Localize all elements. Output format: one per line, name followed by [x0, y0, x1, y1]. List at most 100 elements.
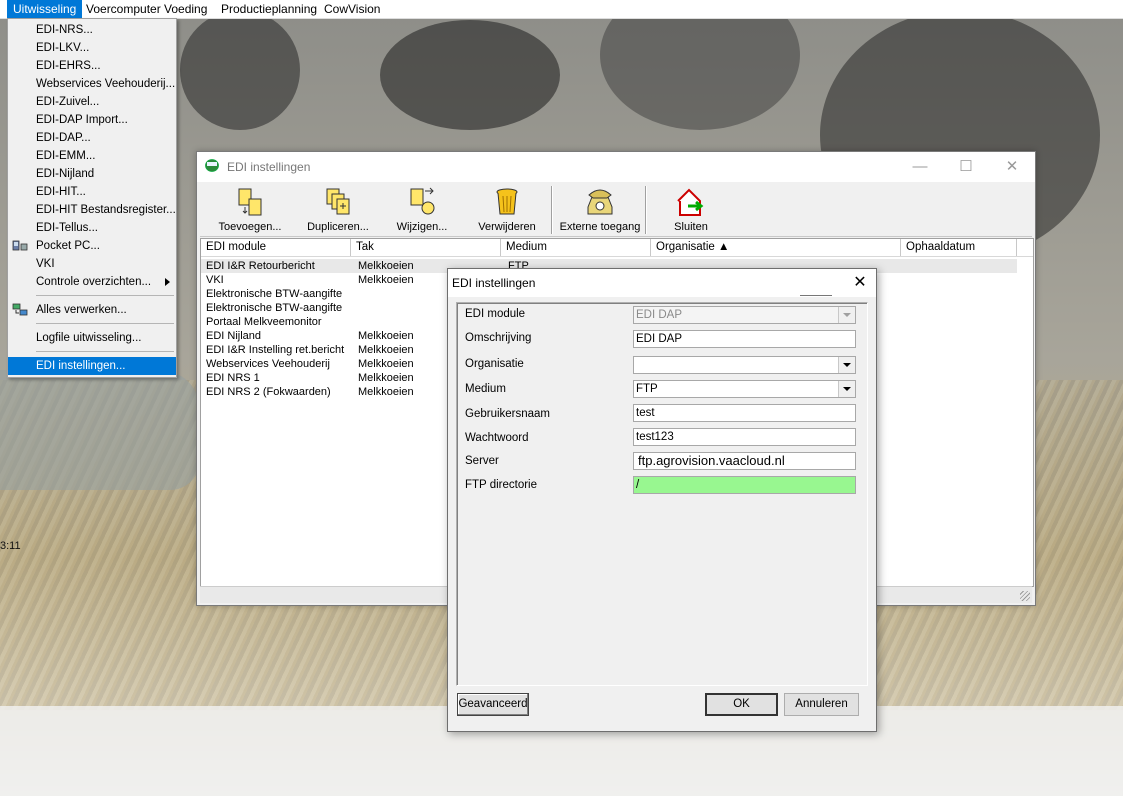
toolbar: Toevoegen... Dupliceren... Wijzigen... V… — [200, 184, 1032, 237]
minimize-button[interactable]: — — [897, 152, 943, 182]
column-header-tak[interactable]: Tak — [351, 239, 501, 256]
menu-item-label: EDI-Nijland — [36, 168, 95, 180]
duplicate-button-label: Dupliceren... — [307, 221, 369, 233]
close-window-button[interactable]: Sluiten — [650, 184, 732, 236]
resize-grip-icon[interactable] — [1020, 591, 1030, 601]
edit-icon — [405, 187, 439, 217]
menu-item-edi-instellingen[interactable]: EDI instellingen... — [8, 357, 176, 375]
delete-button[interactable]: Verwijderen — [464, 184, 550, 236]
edi-module-select: EDI DAP — [633, 306, 856, 324]
column-header-organisatie[interactable]: Organisatie ▲ — [651, 239, 901, 256]
column-header-edi-module[interactable]: EDI module — [201, 239, 351, 256]
maximize-button[interactable]: ☐ — [943, 152, 989, 182]
menu-separator — [36, 323, 174, 324]
titlebar-underline — [800, 295, 832, 296]
menu-item-edi-nrs[interactable]: EDI-NRS... — [8, 21, 176, 39]
column-header-ophaaldatum[interactable]: Ophaaldatum — [901, 239, 1017, 256]
server-input[interactable]: ftp.agrovision.vaacloud.nl — [633, 452, 856, 470]
menu-voeding[interactable]: Voeding — [158, 0, 213, 18]
menu-item-pocket-pc[interactable]: Pocket PC... — [8, 237, 176, 255]
menu-item-edi-tellus[interactable]: EDI-Tellus... — [8, 219, 176, 237]
label-omschrijving: Omschrijving — [465, 332, 532, 344]
menu-cowvision[interactable]: CowVision — [318, 0, 386, 18]
cell-module: Elektronische BTW-aangifte — [206, 302, 343, 314]
add-button[interactable]: Toevoegen... — [206, 184, 294, 236]
menu-separator — [36, 351, 174, 352]
menu-item-label: EDI-DAP Import... — [36, 114, 128, 126]
menu-item-edi-ehrs[interactable]: EDI-EHRS... — [8, 57, 176, 75]
menu-item-edi-lkv[interactable]: EDI-LKV... — [8, 39, 176, 57]
medium-value: FTP — [636, 383, 658, 395]
exit-house-icon — [674, 187, 708, 217]
menu-item-vki[interactable]: VKI — [8, 255, 176, 273]
menu-separator — [36, 295, 174, 296]
menu-item-label: Pocket PC... — [36, 240, 100, 252]
gebruikersnaam-input[interactable]: test — [633, 404, 856, 422]
menu-item-webservices[interactable]: Webservices Veehouderij... — [8, 75, 176, 93]
dialog-close-button[interactable]: ✕ — [844, 269, 876, 297]
omschrijving-input[interactable]: EDI DAP — [633, 330, 856, 348]
submenu-arrow-icon — [165, 278, 170, 286]
label-gebruikersnaam: Gebruikersnaam — [465, 408, 551, 420]
ok-button[interactable]: OK — [705, 693, 778, 716]
cell-module: Webservices Veehouderij — [206, 358, 330, 370]
trash-bin-icon — [490, 187, 524, 217]
duplicate-button[interactable]: Dupliceren... — [294, 184, 382, 236]
add-button-label: Toevoegen... — [218, 221, 282, 233]
edi-settings-dialog: EDI instellingen ✕ EDI module EDI DAP Om… — [447, 268, 877, 732]
cell-module: EDI NRS 2 (Fokwaarden) — [206, 386, 331, 398]
cell-module: EDI I&R Retourbericht — [206, 260, 315, 272]
menu-item-label: EDI instellingen... — [36, 360, 126, 372]
close-window-label: Sluiten — [674, 221, 708, 233]
external-access-label: Externe toegang — [559, 221, 641, 233]
external-access-button[interactable]: Externe toegang — [556, 184, 644, 236]
dialog-title: EDI instellingen — [452, 276, 536, 290]
dialog-titlebar[interactable]: EDI instellingen ✕ — [448, 269, 876, 297]
cell-module: EDI Nijland — [206, 330, 262, 342]
chevron-down-icon[interactable] — [838, 357, 855, 373]
menu-item-controle-overzichten[interactable]: Controle overzichten... — [8, 273, 176, 291]
close-button[interactable]: ✕ — [989, 152, 1035, 182]
cow-shape — [380, 20, 560, 130]
add-document-icon — [233, 187, 267, 217]
menu-item-label: Controle overzichten... — [36, 276, 152, 288]
label-edi-module: EDI module — [465, 308, 526, 320]
ftp-directory-input[interactable]: / — [633, 476, 856, 494]
column-header-medium[interactable]: Medium — [501, 239, 651, 256]
label-medium: Medium — [465, 383, 506, 395]
menu-productieplanning[interactable]: Productieplanning — [215, 0, 323, 18]
medium-select[interactable]: FTP — [633, 380, 856, 398]
process-all-icon — [12, 303, 28, 317]
menu-item-alles-verwerken[interactable]: Alles verwerken... — [8, 301, 176, 319]
menu-item-edi-dap-import[interactable]: EDI-DAP Import... — [8, 111, 176, 129]
cow-shape — [180, 10, 300, 130]
cancel-button[interactable]: Annuleren — [784, 693, 859, 716]
edit-button[interactable]: Wijzigen... — [382, 184, 462, 236]
toolbar-separator — [645, 186, 647, 234]
menu-item-edi-nijland[interactable]: EDI-Nijland — [8, 165, 176, 183]
menu-item-label: EDI-NRS... — [36, 24, 93, 36]
organisatie-select[interactable] — [633, 356, 856, 374]
cell-module: EDI I&R Instelling ret.bericht — [206, 344, 345, 356]
menu-item-edi-hit-bestandsregister[interactable]: EDI-HIT Bestandsregister... — [8, 201, 176, 219]
water-puddle — [0, 370, 200, 490]
wachtwoord-input[interactable]: test123 — [633, 428, 856, 446]
label-wachtwoord: Wachtwoord — [465, 432, 529, 444]
menu-item-edi-dap[interactable]: EDI-DAP... — [8, 129, 176, 147]
uitwisseling-dropdown: EDI-NRS... EDI-LKV... EDI-EHRS... Webser… — [7, 18, 177, 378]
menu-item-edi-hit[interactable]: EDI-HIT... — [8, 183, 176, 201]
menu-item-label: EDI-EMM... — [36, 150, 96, 162]
menu-item-edi-emm[interactable]: EDI-EMM... — [8, 147, 176, 165]
advanced-button[interactable]: Geavanceerd — [457, 693, 529, 716]
chevron-down-icon[interactable] — [838, 381, 855, 397]
window-title: EDI instellingen — [227, 160, 311, 174]
menu-bar: Uitwisseling Voercomputer Voeding Produc… — [0, 0, 1123, 19]
menu-uitwisseling[interactable]: Uitwisseling — [7, 0, 83, 18]
menu-voercomputer[interactable]: Voercomputer — [80, 0, 167, 18]
window-titlebar[interactable]: EDI instellingen — ☐ ✕ — [197, 152, 1035, 182]
menu-item-logfile[interactable]: Logfile uitwisseling... — [8, 329, 176, 347]
duplicate-icon — [321, 187, 355, 217]
menu-item-label: Logfile uitwisseling... — [36, 332, 142, 344]
chevron-down-icon — [838, 307, 855, 323]
menu-item-edi-zuivel[interactable]: EDI-Zuivel... — [8, 93, 176, 111]
